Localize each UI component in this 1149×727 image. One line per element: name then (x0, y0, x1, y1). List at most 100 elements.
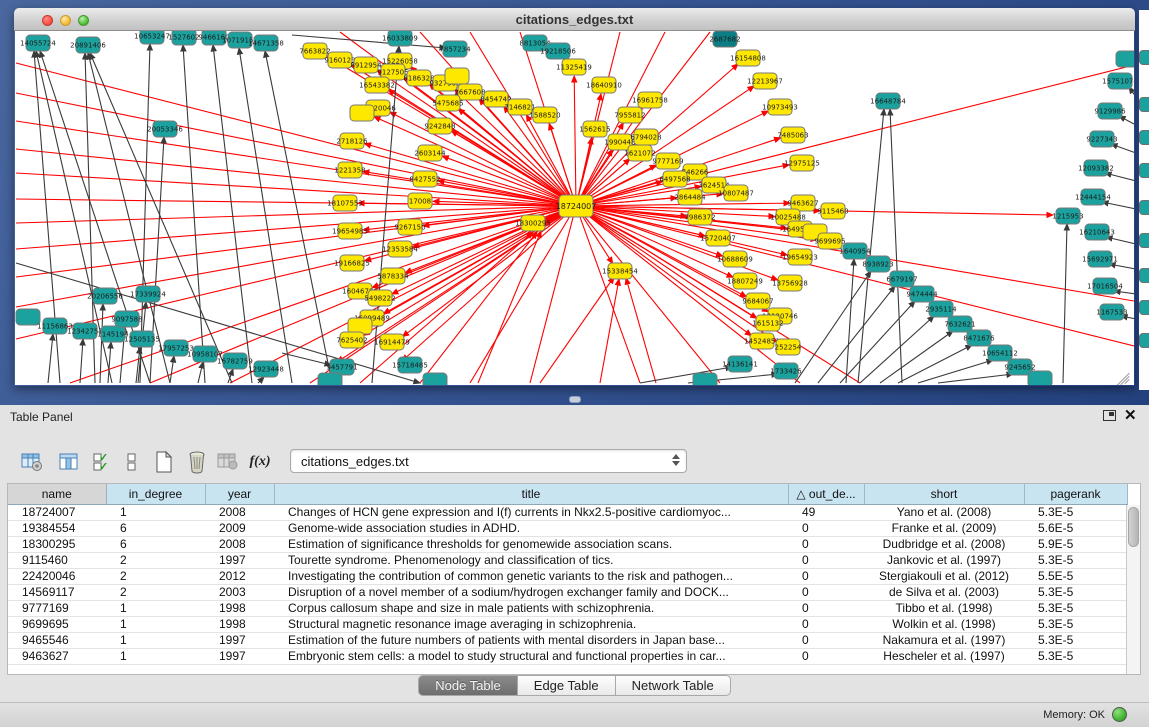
table-cell: 49 (788, 504, 864, 520)
table-cell: 5.9E-5 (1024, 536, 1127, 552)
graph-node[interactable] (1028, 371, 1052, 385)
table-mode-icon[interactable] (18, 447, 46, 477)
graph-node-label: 14136141 (722, 361, 758, 369)
table-cell: Structural magnetic resonance image aver… (274, 616, 788, 632)
graph-node-label: 6679197 (886, 276, 917, 284)
table-cell: Corpus callosum shape and size in male p… (274, 600, 788, 616)
table-row[interactable]: 1830029562008Estimation of significance … (8, 536, 1127, 552)
network-window: citations_edges.txt 76638229160123891295… (14, 8, 1135, 386)
table-cell: 9699695 (8, 616, 106, 632)
column-header-year[interactable]: year (205, 484, 274, 504)
table-cell: 14569117 (8, 584, 106, 600)
graph-node-label: 10654112 (982, 350, 1018, 358)
graph-node-label: 8471676 (963, 335, 995, 343)
table-row[interactable]: 977716911998Corpus callosum shape and si… (8, 600, 1127, 616)
table-cell: 0 (788, 600, 864, 616)
graph-node-label: 7955812 (614, 112, 645, 120)
table-cell: 2012 (205, 568, 274, 584)
memory-status-label: Memory: OK (1043, 709, 1105, 721)
background-graph-node (1139, 97, 1149, 112)
graph-node-label: 12505135 (124, 336, 160, 344)
table-cell: Stergiakouli et al. (2012) (864, 568, 1024, 584)
background-graph-node (1139, 300, 1149, 315)
network-canvas[interactable]: 7663822916012389129541522605891275051654… (15, 31, 1134, 385)
table-cell: 22420046 (8, 568, 106, 584)
table-cell: 6 (106, 536, 205, 552)
graph-node[interactable] (423, 373, 447, 385)
table-cell: 5.3E-5 (1024, 616, 1127, 632)
graph-node-label: 6497568 (659, 176, 690, 184)
table-selector-dropdown[interactable]: citations_edges.txt (290, 449, 687, 473)
graph-node-label: 9699695 (814, 238, 845, 246)
graph-node-label: 252254 (775, 344, 802, 352)
column-header-title[interactable]: title (274, 484, 788, 504)
network-window-titlebar[interactable]: citations_edges.txt (14, 8, 1135, 31)
table-cell: 0 (788, 520, 864, 536)
delete-column-icon[interactable] (183, 447, 211, 477)
citation-network-graph[interactable]: 7663822916012389129541522605891275051654… (15, 31, 1134, 385)
float-panel-icon[interactable] (1103, 410, 1116, 421)
table-row[interactable]: 946362711997Embryonic stem cells: a mode… (8, 648, 1127, 664)
graph-node[interactable] (1116, 51, 1134, 67)
graph-node-label: 9097588 (111, 316, 142, 324)
function-builder-icon[interactable]: f(x) (246, 447, 274, 477)
table-cell: 5.3E-5 (1024, 648, 1127, 664)
table-cell: 1 (106, 632, 205, 648)
delete-table-icon[interactable] (214, 447, 242, 477)
close-panel-icon[interactable]: ✕ (1124, 406, 1137, 424)
table-cell: Tibbo et al. (1998) (864, 600, 1024, 616)
graph-node-label: 16961758 (632, 97, 668, 105)
table-row[interactable]: 1456911722003Disruption of a novel membe… (8, 584, 1127, 600)
column-header-out_de[interactable]: △ out_de... (788, 484, 864, 504)
table-cell: 9463627 (8, 648, 106, 664)
graph-node-label: 20891406 (70, 42, 106, 50)
graph-node-label: 6794028 (630, 134, 661, 142)
graph-node[interactable] (445, 68, 469, 84)
table-cell: 5.3E-5 (1024, 632, 1127, 648)
column-header-short[interactable]: short (864, 484, 1024, 504)
split-divider-handle[interactable] (569, 396, 581, 403)
table-cell: Estimation of significance thresholds fo… (274, 536, 788, 552)
tab-edge-table[interactable]: Edge Table (518, 675, 616, 696)
graph-node-label: 18724007 (556, 202, 597, 211)
table-row[interactable]: 1938455462009Genome-wide association stu… (8, 520, 1127, 536)
table-row[interactable]: 1872400712008Changes of HCN gene express… (8, 504, 1127, 520)
graph-node[interactable] (693, 373, 717, 385)
table-row[interactable]: 969969511998Structural magnetic resonanc… (8, 616, 1127, 632)
dropdown-stepper-icon (672, 454, 680, 466)
table-cell: 1 (106, 504, 205, 520)
select-columns-icon[interactable] (55, 447, 83, 477)
graph-node-label: 9267150 (394, 224, 425, 232)
table-cell: 0 (788, 552, 864, 568)
graph-node-label: 14055724 (20, 40, 56, 48)
graph-node-label: 9242848 (424, 123, 455, 131)
table-row[interactable]: 911546021997Tourette syndrome. Phenomeno… (8, 552, 1127, 568)
select-all-icon[interactable]: ✓✓ (88, 447, 116, 477)
graph-node[interactable] (350, 105, 374, 121)
table-cell: Hescheler et al. (1997) (864, 648, 1024, 664)
graph-node-label: 7625402 (336, 337, 367, 345)
tab-node-table[interactable]: Node Table (418, 675, 518, 696)
graph-node-label: 7857234 (439, 46, 471, 54)
column-header-pagerank[interactable]: pagerank (1024, 484, 1127, 504)
table-row[interactable]: 2242004622012Investigating the contribut… (8, 568, 1127, 584)
graph-node[interactable] (318, 373, 342, 385)
table-cell: 1997 (205, 632, 274, 648)
tab-network-table[interactable]: Network Table (616, 675, 731, 696)
window-resize-grip[interactable] (1116, 367, 1132, 383)
background-graph-node (1139, 163, 1149, 178)
table-row[interactable]: 946554611997Estimation of the future num… (8, 632, 1127, 648)
table-cell: 0 (788, 568, 864, 584)
table-cell: 5.5E-5 (1024, 568, 1127, 584)
background-graph-node (1139, 130, 1149, 145)
table-panel: Table Panel ✕ ✓✓ f(x) citations_edges.t (0, 405, 1149, 727)
clear-selection-icon[interactable] (118, 447, 146, 477)
table-scrollbar[interactable] (1126, 505, 1140, 674)
column-header-in_degree[interactable]: in_degree (106, 484, 205, 504)
column-header-name[interactable]: name (8, 484, 106, 504)
graph-node-label: 19654923 (782, 254, 818, 262)
table-scrollbar-thumb[interactable] (1128, 507, 1139, 547)
new-column-icon[interactable] (150, 447, 178, 477)
graph-node-label: 12093382 (1078, 165, 1114, 173)
graph-node-label: 2687682 (709, 36, 740, 44)
